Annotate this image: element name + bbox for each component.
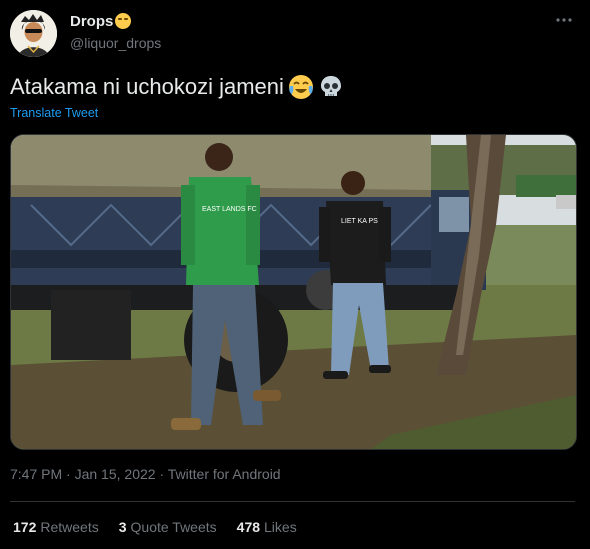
tweet-photo[interactable]: EAST LANDS FC LIET KA PS bbox=[10, 134, 577, 450]
likes-count: 478 bbox=[236, 519, 261, 535]
likes-stat[interactable]: 478 Likes bbox=[237, 519, 297, 535]
jacket-text: EAST LANDS FC bbox=[202, 206, 257, 213]
more-options-icon[interactable] bbox=[554, 10, 574, 30]
shirt-text: LIET KA PS bbox=[341, 218, 378, 225]
retweets-stat[interactable]: 172 Retweets bbox=[13, 519, 99, 535]
meta-separator: · bbox=[155, 466, 168, 482]
face-with-tears-of-joy-icon bbox=[288, 74, 314, 100]
author-handle[interactable]: @liquor_drops bbox=[70, 35, 161, 51]
quote-tweets-stat[interactable]: 3 Quote Tweets bbox=[119, 519, 217, 535]
tweet-stats: 172 Retweets 3 Quote Tweets 478 Likes bbox=[13, 519, 297, 535]
photo-scene: EAST LANDS FC LIET KA PS bbox=[11, 135, 576, 449]
smiling-face-icon bbox=[115, 13, 132, 29]
author-display-name[interactable]: Drops bbox=[70, 13, 132, 30]
divider bbox=[10, 501, 575, 502]
retweets-label: Retweets bbox=[40, 519, 99, 535]
likes-label: Likes bbox=[264, 519, 297, 535]
tweet-meta: 7:47 PM · Jan 15, 2022 · Twitter for And… bbox=[10, 466, 281, 482]
translate-tweet-link[interactable]: Translate Tweet bbox=[10, 106, 98, 120]
quote-tweets-label: Quote Tweets bbox=[130, 519, 217, 535]
meta-separator: · bbox=[62, 466, 75, 482]
tweet-text: Atakama ni uchokozi jameni bbox=[10, 74, 344, 100]
tweet-time[interactable]: 7:47 PM bbox=[10, 466, 62, 482]
retweets-count: 172 bbox=[13, 519, 37, 535]
tweet-date[interactable]: Jan 15, 2022 bbox=[75, 466, 156, 482]
avatar-illustration bbox=[10, 10, 57, 57]
skull-icon bbox=[318, 74, 344, 100]
author-avatar[interactable] bbox=[10, 10, 57, 57]
quote-tweets-count: 3 bbox=[118, 519, 127, 535]
tweet-body: Atakama ni uchokozi jameni bbox=[10, 74, 284, 99]
tweet-source[interactable]: Twitter for Android bbox=[168, 466, 281, 482]
tweet-detail: Drops @liquor_drops Atakama ni uchokozi … bbox=[0, 0, 590, 549]
author-name-text: Drops bbox=[70, 13, 114, 30]
